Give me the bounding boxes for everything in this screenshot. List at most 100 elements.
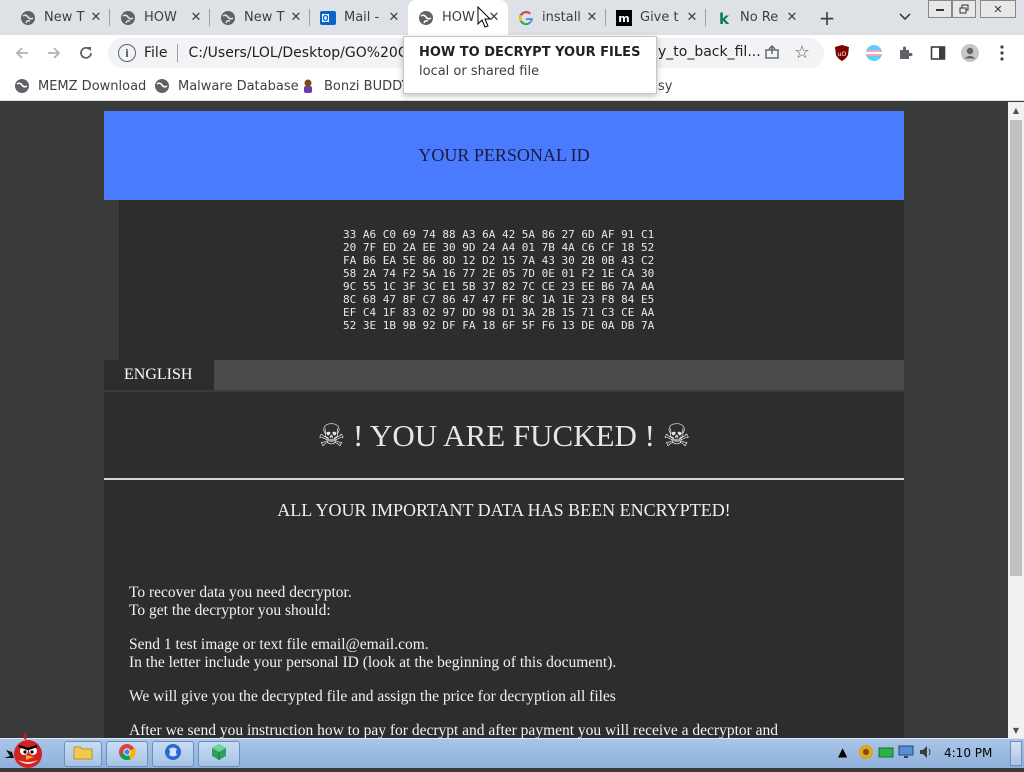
bookmark-star-icon[interactable]: ☆ — [794, 42, 810, 63]
tab-title: New T — [244, 10, 285, 25]
display-icon[interactable] — [898, 744, 914, 763]
tab-no-re[interactable]: k No Re ✕ — [706, 0, 806, 35]
tab-title: HOW — [144, 10, 177, 25]
taskbar-cube-app-button[interactable] — [198, 741, 240, 767]
instruction-line: We will give you the decrypted file and … — [129, 688, 616, 705]
back-button[interactable] — [10, 41, 34, 65]
taskbar-chrome-button[interactable] — [106, 741, 148, 767]
vertical-scrollbar[interactable]: ▲ ▼ — [1008, 102, 1024, 738]
network-icon[interactable] — [878, 744, 894, 763]
personal-id-code[interactable]: 33 A6 C0 69 74 88 A3 6A 42 5A 86 27 6D A… — [343, 228, 654, 332]
info-icon[interactable]: i — [118, 44, 136, 62]
bookmark-label: Malware Database — [178, 78, 299, 94]
svg-text:m: m — [618, 12, 629, 25]
bonzi-icon — [300, 78, 316, 94]
volume-icon[interactable] — [918, 744, 934, 763]
tooltip-subtitle: local or shared file — [419, 64, 540, 79]
bookmark-bonzi-buddy[interactable]: Bonzi BUDDY — [300, 75, 409, 97]
k-icon: k — [716, 10, 732, 26]
globe-icon — [154, 78, 170, 94]
ransom-subheadline: ALL YOUR IMPORTANT DATA HAS BEEN ENCRYPT… — [277, 500, 731, 520]
tab-give[interactable]: m Give t ✕ — [606, 0, 706, 35]
restore-button[interactable] — [952, 0, 976, 18]
bookmark-memz-download[interactable]: MEMZ Download — [14, 75, 146, 97]
tab-new-tab-1[interactable]: New T ✕ — [10, 0, 110, 35]
new-tab-button[interactable]: + — [814, 5, 840, 31]
tab-title: No Re — [740, 10, 779, 25]
ransom-instructions: To recover data you need decryptor. To g… — [129, 584, 889, 738]
scrollbar-thumb[interactable] — [1010, 120, 1022, 576]
instruction-line: After we send you instruction how to pay… — [129, 722, 779, 738]
svg-text:k: k — [719, 10, 730, 26]
extensions-puzzle-icon[interactable] — [896, 43, 916, 63]
close-icon[interactable]: ✕ — [684, 10, 700, 26]
tab-install[interactable]: install ✕ — [508, 0, 606, 35]
ransom-note-panel: ☠ ! YOU ARE FUCKED ! ☠ ALL YOUR IMPORTAN… — [104, 392, 904, 738]
tab-title: New T — [44, 10, 85, 25]
tab-mail[interactable]: Mail - ✕ — [310, 0, 408, 35]
close-window-button[interactable]: ✕ — [980, 0, 1016, 18]
close-icon[interactable]: ✕ — [188, 10, 204, 26]
mouse-cursor-icon — [477, 5, 493, 34]
language-tab-english[interactable]: ENGLISH — [104, 360, 214, 390]
flag-extension-icon[interactable] — [864, 43, 884, 63]
minimize-button[interactable] — [928, 0, 952, 18]
close-icon[interactable]: ✕ — [584, 10, 600, 26]
menu-kebab-icon[interactable] — [992, 43, 1012, 63]
divider — [177, 44, 179, 62]
google-icon — [518, 10, 534, 26]
tab-title: install — [542, 10, 581, 25]
show-desktop-button[interactable] — [1010, 741, 1022, 766]
globe-icon — [14, 78, 30, 94]
tooltip-title: HOW TO DECRYPT YOUR FILES — [419, 45, 641, 60]
tab-how-1[interactable]: HOW ✕ — [110, 0, 210, 35]
close-icon[interactable]: ✕ — [784, 10, 800, 26]
cube-icon — [210, 743, 228, 765]
tray-expand-arrow-icon[interactable]: ▲ — [838, 745, 847, 759]
taskbar-explorer-button[interactable] — [64, 741, 102, 767]
personal-id-banner: YOUR PERSONAL ID — [104, 111, 904, 200]
reload-button[interactable] — [74, 41, 98, 65]
taskbar-app-button[interactable] — [152, 741, 194, 767]
instruction-line: In the letter include your personal ID (… — [129, 654, 617, 671]
page-viewport[interactable]: YOUR PERSONAL ID 33 A6 C0 69 74 88 A3 6A… — [0, 102, 1008, 738]
scroll-up-arrow-icon[interactable]: ▲ — [1008, 102, 1024, 118]
personal-id-box: 33 A6 C0 69 74 88 A3 6A 42 5A 86 27 6D A… — [119, 200, 904, 360]
app-icon — [164, 743, 182, 765]
folder-icon — [73, 744, 93, 764]
outlook-icon — [320, 10, 336, 26]
ransom-headline: ☠ ! YOU ARE FUCKED ! ☠ — [317, 418, 691, 453]
close-icon[interactable]: ✕ — [386, 10, 402, 26]
scroll-down-arrow-icon[interactable]: ▼ — [1008, 722, 1024, 738]
start-button[interactable] — [2, 730, 50, 768]
globe-icon — [120, 10, 136, 26]
globe-icon — [220, 10, 236, 26]
tab-strip: New T ✕ HOW ✕ New T ✕ Mail - ✕ HOW ✕ ins… — [0, 0, 1024, 35]
tab-hover-tooltip: HOW TO DECRYPT YOUR FILES local or share… — [403, 36, 657, 94]
svg-text:uO: uO — [838, 51, 847, 58]
close-icon[interactable]: ✕ — [88, 10, 104, 26]
globe-icon — [418, 10, 434, 26]
bookmark-malware-database[interactable]: Malware Database — [154, 75, 299, 97]
close-icon[interactable]: ✕ — [288, 10, 304, 26]
tray-app-icon[interactable] — [858, 744, 874, 763]
tab-title: Give t — [640, 10, 679, 25]
personal-id-heading: YOUR PERSONAL ID — [418, 145, 590, 165]
forward-button[interactable] — [42, 41, 66, 65]
angry-bird-icon — [2, 732, 50, 772]
windows-taskbar: ▲ 4:10 PM — [0, 738, 1024, 768]
url-text-tail[interactable]: y_to_back_fil... — [658, 44, 761, 60]
divider — [104, 478, 904, 480]
profile-avatar-icon[interactable] — [960, 43, 980, 63]
bookmark-label: Bonzi BUDDY — [324, 78, 410, 94]
taskbar-clock[interactable]: 4:10 PM — [944, 746, 992, 760]
tab-search-chevron-icon[interactable] — [894, 6, 916, 28]
tab-new-tab-2[interactable]: New T ✕ — [210, 0, 310, 35]
tab-title: Mail - — [344, 10, 380, 25]
tab-how-active[interactable]: HOW ✕ — [408, 0, 508, 35]
ublock-icon[interactable]: uO — [832, 43, 852, 63]
instruction-line: To get the decryptor you should: — [129, 602, 331, 619]
share-icon[interactable] — [764, 44, 780, 64]
side-panel-icon[interactable] — [928, 43, 948, 63]
bookmark-partial[interactable]: sy — [658, 75, 672, 97]
